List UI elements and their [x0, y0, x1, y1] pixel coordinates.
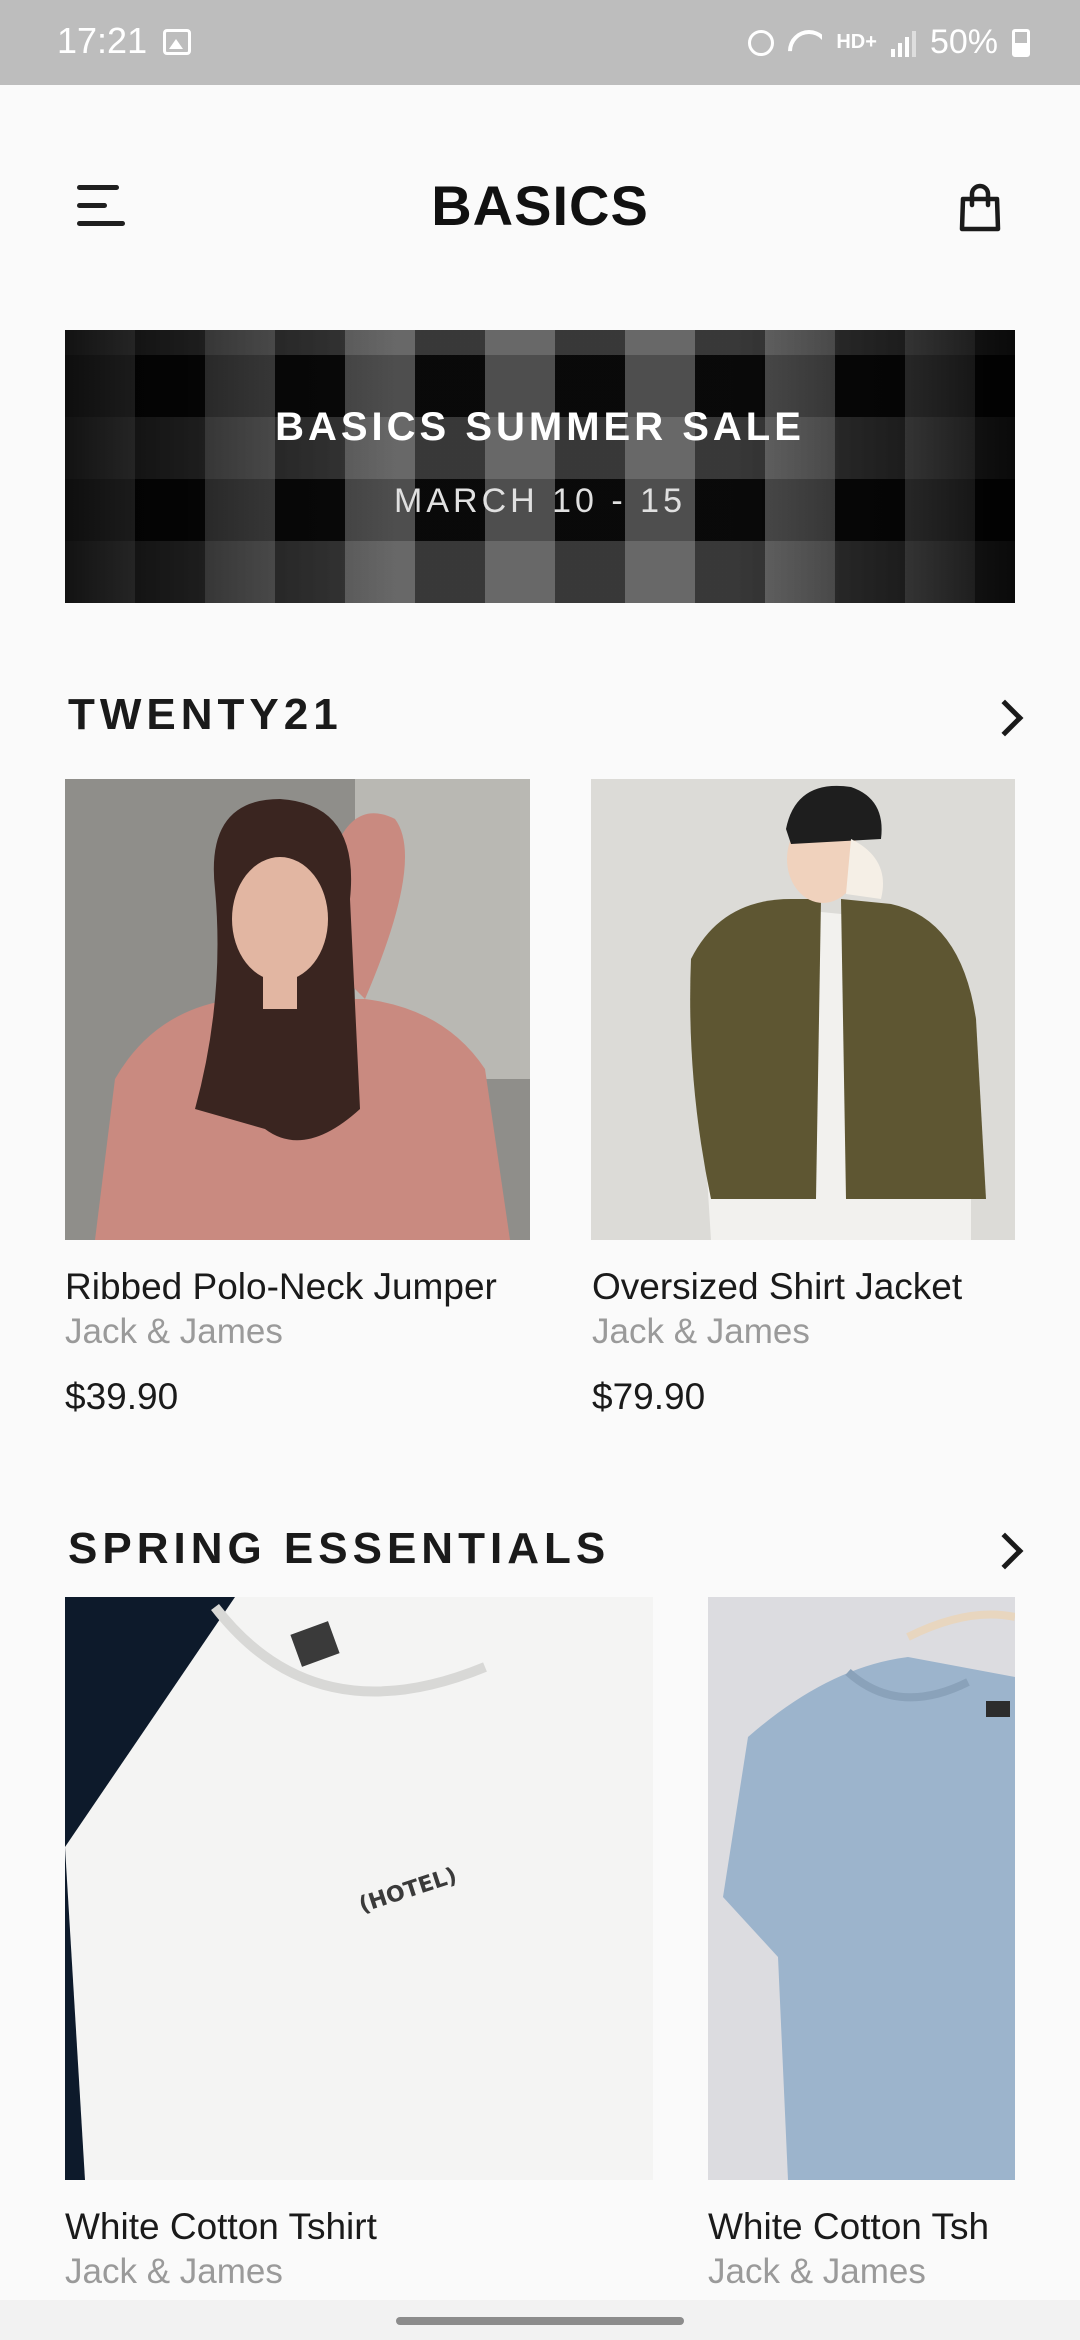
- chevron-right-icon[interactable]: [986, 699, 1024, 737]
- status-icons: HD+ 50%: [748, 20, 1030, 65]
- battery-icon: [1012, 28, 1030, 57]
- product-brand: Jack & James: [65, 1312, 283, 1351]
- gesture-navigation-bar: [0, 2300, 1080, 2340]
- product-brand: Jack & James: [592, 1312, 810, 1351]
- product-name[interactable]: White Cotton Tsh: [708, 2206, 1015, 2248]
- product-brand: Jack & James: [65, 2252, 283, 2291]
- jacket-photo: [591, 779, 1015, 1240]
- app-header: BASICS: [0, 85, 1080, 330]
- jumper-photo: [65, 779, 530, 1240]
- section-title-twenty21: TWENTY21: [68, 690, 343, 739]
- page-title: BASICS: [431, 174, 649, 237]
- status-bar: 17:21 HD+ 50%: [0, 0, 1080, 85]
- product-image-white-tshirt[interactable]: (HOTEL): [65, 1597, 653, 2180]
- product-name[interactable]: Oversized Shirt Jacket: [592, 1266, 962, 1308]
- status-time: 17:21: [57, 20, 148, 61]
- product-name[interactable]: White Cotton Tshirt: [65, 2206, 377, 2248]
- product-price: $39.90: [65, 1376, 179, 1417]
- product-image-blue-tshirt[interactable]: [708, 1597, 1015, 2180]
- battery-percentage: 50%: [929, 23, 998, 61]
- product-image-jacket[interactable]: [591, 779, 1015, 1240]
- home-gesture-handle[interactable]: [396, 2317, 684, 2325]
- white-tshirt-photo: (HOTEL): [65, 1597, 653, 2180]
- alarm-icon: [748, 29, 775, 56]
- chevron-right-icon[interactable]: [986, 1532, 1024, 1570]
- shopping-bag-icon[interactable]: [957, 183, 1003, 233]
- network-type-label: HD+: [836, 31, 877, 53]
- sale-banner[interactable]: BASICS SUMMER SALE MARCH 10 - 15: [65, 330, 1015, 603]
- signal-icon: [890, 29, 916, 57]
- wifi-icon: [788, 30, 822, 56]
- banner-subtitle: MARCH 10 - 15: [394, 482, 686, 520]
- product-image-jumper[interactable]: [65, 779, 530, 1240]
- product-name[interactable]: Ribbed Polo-Neck Jumper: [65, 1266, 497, 1308]
- gallery-notification-icon: [163, 29, 191, 55]
- blue-tshirt-photo: [708, 1597, 1015, 2180]
- product-price: $79.90: [592, 1376, 706, 1417]
- banner-title: BASICS SUMMER SALE: [275, 405, 805, 449]
- section-title-spring-essentials: SPRING ESSENTIALS: [68, 1524, 611, 1573]
- product-brand: Jack & James: [708, 2252, 926, 2291]
